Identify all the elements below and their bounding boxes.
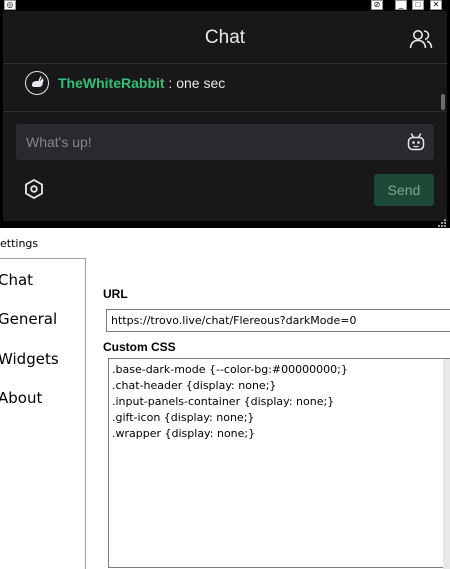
nav-item-general[interactable]: General: [0, 310, 57, 328]
css-scrollbar[interactable]: [443, 359, 450, 569]
css-line: .input-panels-container {display: none;}: [112, 395, 335, 408]
custom-css-label: Custom CSS: [103, 340, 176, 354]
message-text: TheWhiteRabbit : one sec: [58, 75, 225, 91]
rabbit-avatar-icon[interactable]: [25, 71, 49, 95]
message-body: one sec: [176, 75, 226, 91]
chat-header: Chat: [3, 11, 447, 64]
chat-window: ◎ ⊘ _ □ ✕ Chat TheWhiteRabbit : one sec: [0, 0, 450, 228]
window-titlebar: ◎ ⊘ _ □ ✕: [0, 0, 450, 11]
chat-title: Chat: [204, 27, 246, 48]
url-input[interactable]: [106, 309, 450, 332]
chat-divider: [3, 111, 447, 112]
minimize-icon[interactable]: _: [395, 0, 407, 10]
send-button[interactable]: Send: [374, 174, 434, 206]
app-icon: ◎: [4, 0, 16, 10]
message-separator: :: [164, 75, 177, 91]
close-icon[interactable]: ✕: [430, 0, 442, 10]
hexagon-settings-icon[interactable]: [23, 178, 45, 200]
css-line: .wrapper {display: none;}: [112, 427, 256, 440]
nav-item-about[interactable]: About: [0, 389, 42, 407]
nav-item-chat[interactable]: Chat: [0, 271, 33, 289]
users-icon[interactable]: [409, 28, 433, 50]
css-line: .gift-icon {display: none;}: [112, 411, 255, 424]
chat-scrollbar-thumb[interactable]: [441, 94, 445, 110]
chat-input[interactable]: [16, 124, 434, 160]
message-username[interactable]: TheWhiteRabbit: [58, 75, 165, 91]
settings-window: ettings Chat General Widgets About URL C…: [0, 228, 450, 569]
maximize-icon[interactable]: □: [412, 0, 424, 10]
css-line: .base-dark-mode {--color-bg:#00000000;}: [112, 363, 348, 376]
url-label: URL: [103, 287, 128, 301]
pin-icon[interactable]: ⊘: [371, 0, 383, 10]
settings-title: ettings: [0, 237, 39, 250]
settings-nav: Chat General Widgets About: [0, 258, 86, 569]
chat-panel: Chat TheWhiteRabbit : one sec What's up!…: [3, 11, 447, 227]
emote-robot-icon[interactable]: [406, 132, 426, 152]
css-line: .chat-header {display: none;}: [112, 379, 277, 392]
custom-css-textarea[interactable]: .base-dark-mode {--color-bg:#00000000;} …: [108, 358, 450, 568]
nav-item-widgets[interactable]: Widgets: [0, 350, 59, 368]
